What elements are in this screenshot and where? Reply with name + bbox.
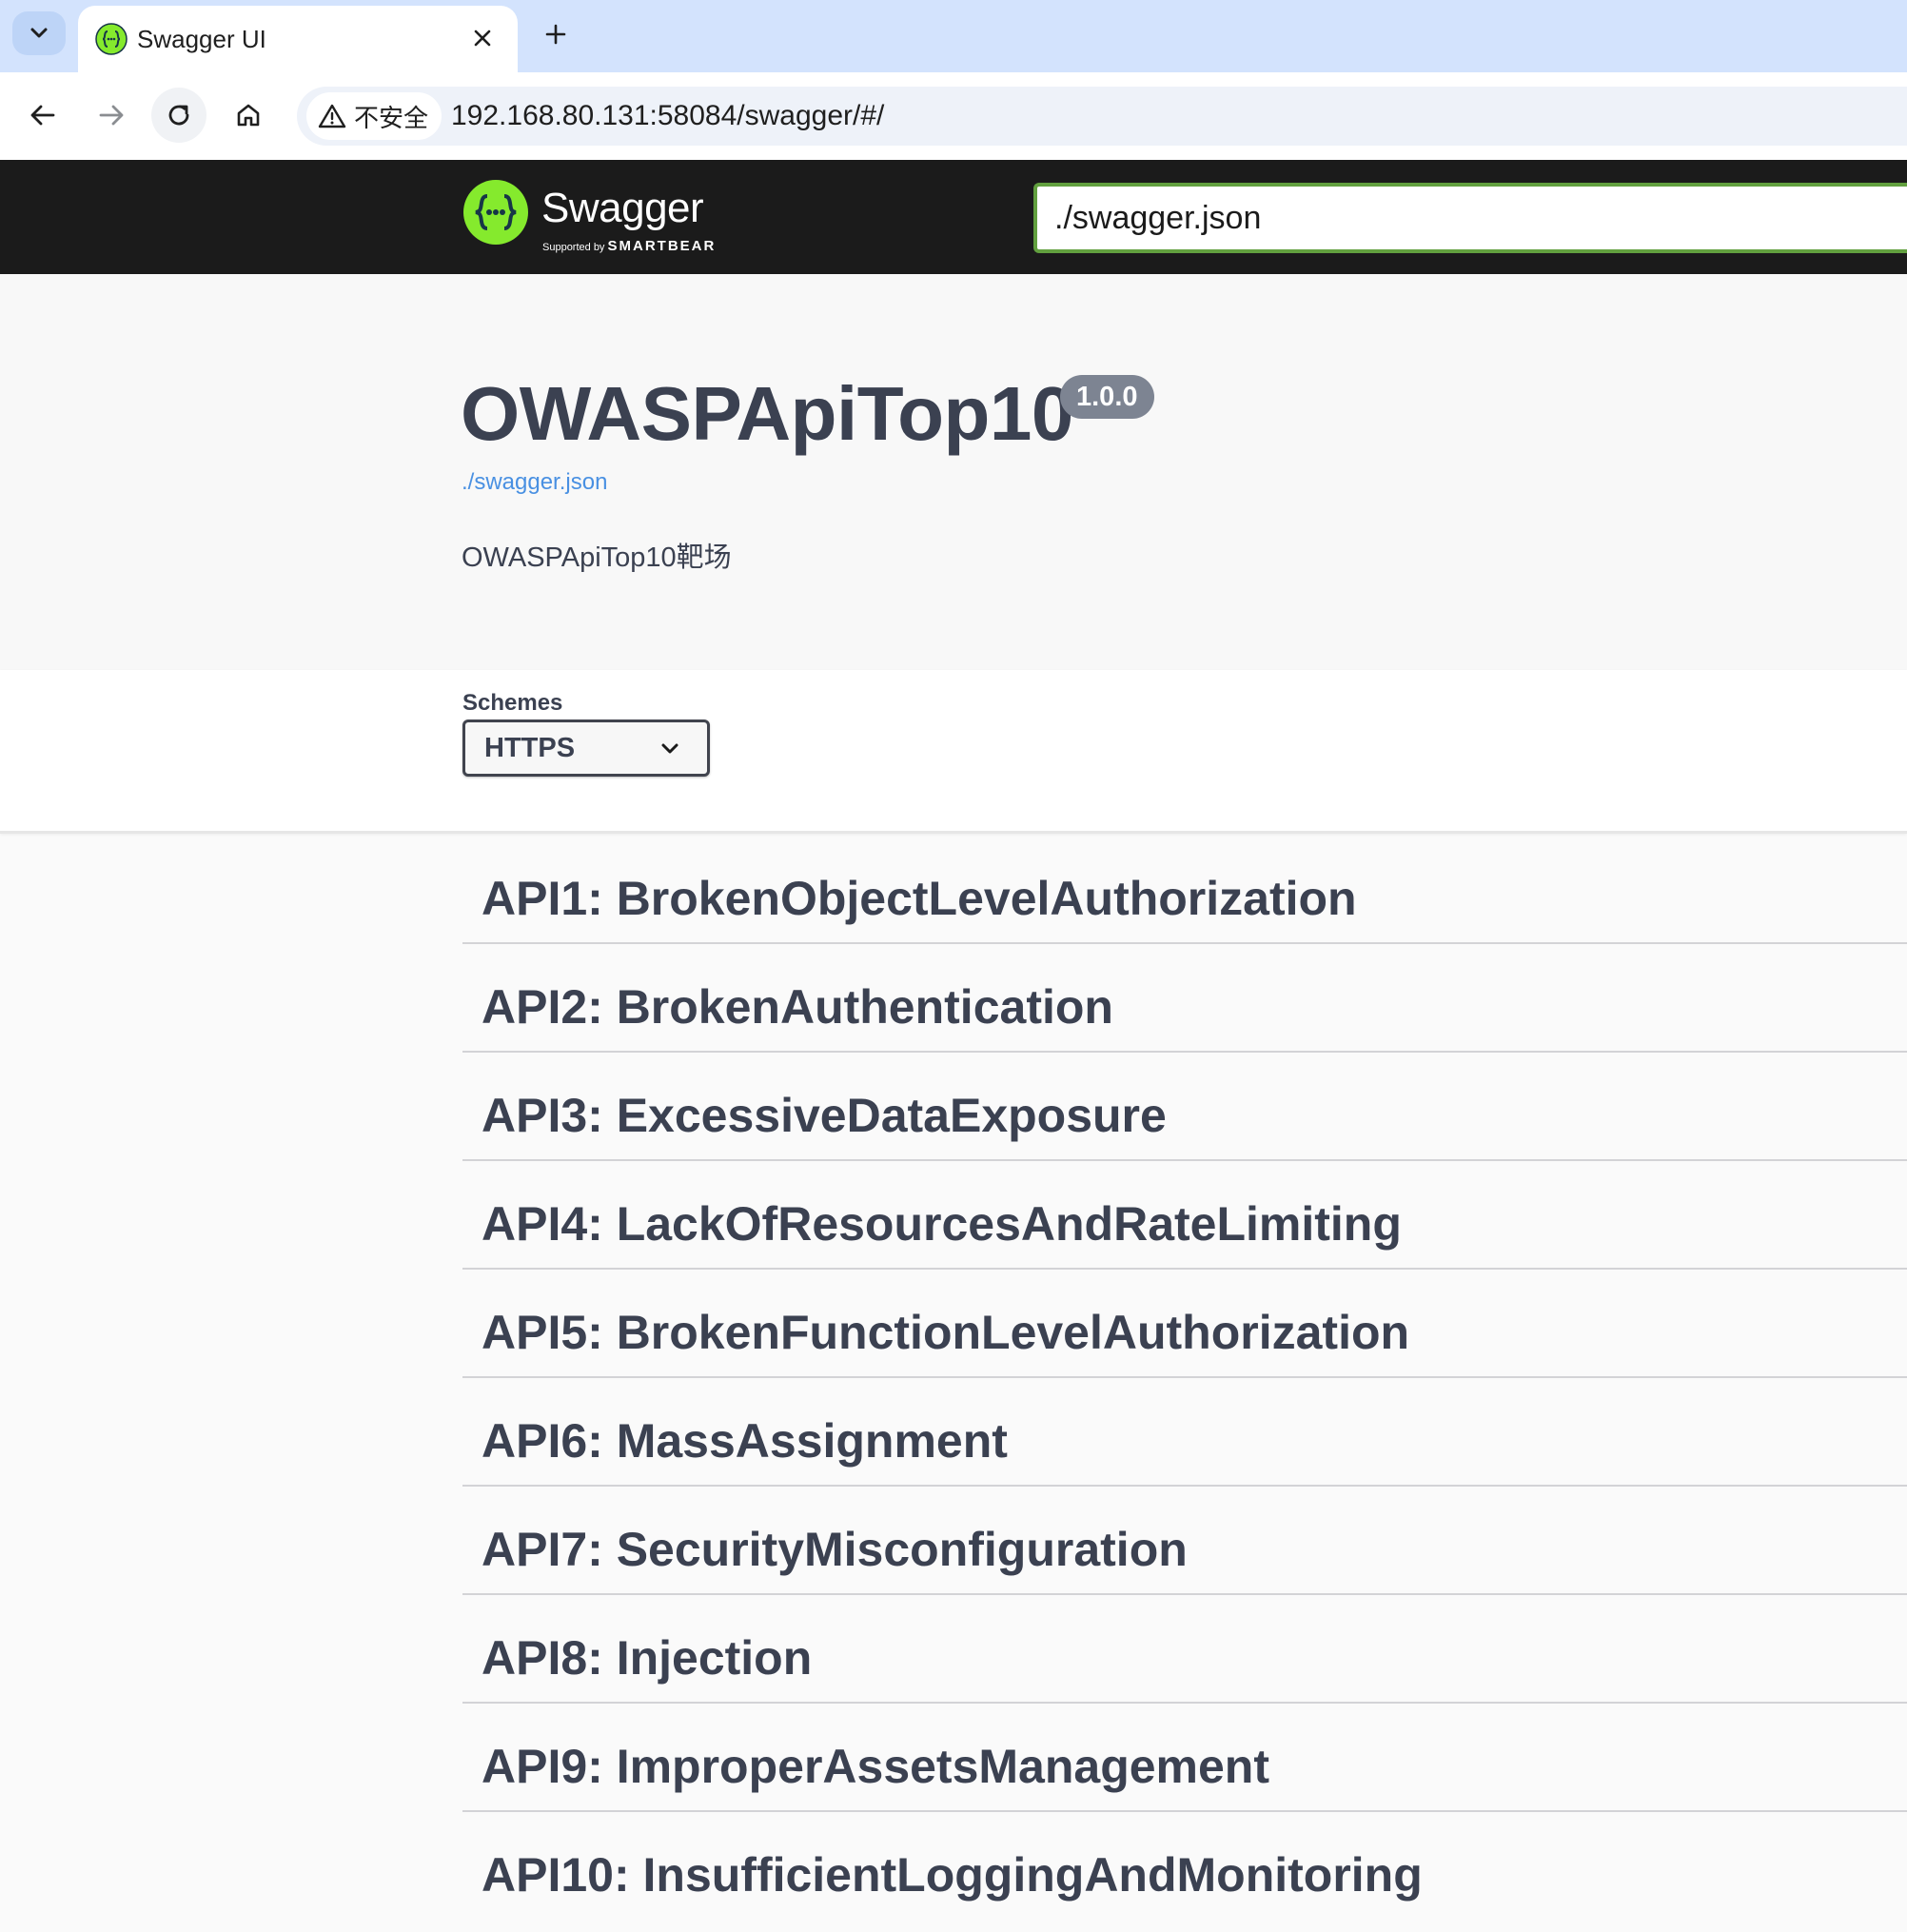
tag-title[interactable]: API1: BrokenObjectLevelAuthorization <box>482 870 1357 927</box>
tag-section-api4[interactable]: API4: LackOfResourcesAndRateLimiting <box>462 1161 1907 1270</box>
chevron-down-icon <box>30 28 48 38</box>
browser-toolbar: 不安全 192.168.80.131:58084/swagger/#/ <box>0 72 1907 160</box>
tag-title[interactable]: API6: MassAssignment <box>482 1412 1008 1469</box>
schemes-label: Schemes <box>462 690 563 716</box>
back-button[interactable] <box>15 88 70 143</box>
schemes-selected-value: HTTPS <box>484 733 576 763</box>
plus-icon <box>545 24 566 45</box>
new-tab-button[interactable] <box>537 15 575 53</box>
schemes-select[interactable]: HTTPS <box>462 720 710 777</box>
logo-supported-by: Supported by SMARTBEAR <box>542 238 717 254</box>
warning-triangle-icon <box>318 104 346 128</box>
tag-section-api5[interactable]: API5: BrokenFunctionLevelAuthorization <box>462 1270 1907 1378</box>
tag-title[interactable]: API4: LackOfResourcesAndRateLimiting <box>482 1195 1402 1252</box>
version-badge: 1.0.0 <box>1060 375 1154 419</box>
tag-title[interactable]: API9: ImproperAssetsManagement <box>482 1738 1269 1795</box>
arrow-right-icon <box>99 105 124 126</box>
spec-link[interactable]: ./swagger.json <box>462 468 607 497</box>
url-text[interactable]: 192.168.80.131:58084/swagger/#/ <box>451 98 884 134</box>
tag-title[interactable]: API3: ExcessiveDataExposure <box>482 1087 1167 1144</box>
forward-button[interactable] <box>84 88 139 143</box>
tag-title[interactable]: API7: SecurityMisconfiguration <box>482 1521 1188 1578</box>
tag-list: API1: BrokenObjectLevelAuthorization API… <box>462 836 1907 1921</box>
reload-button[interactable] <box>151 88 206 143</box>
chevron-down-icon <box>661 743 678 754</box>
swagger-logo-icon <box>463 180 528 245</box>
arrow-left-icon <box>30 105 55 126</box>
tag-section-api1[interactable]: API1: BrokenObjectLevelAuthorization <box>462 836 1907 944</box>
tab-close-button[interactable] <box>466 22 499 54</box>
tag-title[interactable]: API8: Injection <box>482 1629 812 1686</box>
security-chip[interactable]: 不安全 <box>306 92 442 140</box>
reload-icon <box>168 105 189 126</box>
logo-wordmark: Swagger <box>541 185 704 231</box>
close-icon <box>474 30 491 47</box>
tag-section-api8[interactable]: API8: Injection <box>462 1595 1907 1704</box>
tag-title[interactable]: API10: InsufficientLoggingAndMonitoring <box>482 1846 1423 1903</box>
schemes-section: Schemes HTTPS <box>0 670 1907 834</box>
spec-url-input[interactable] <box>1033 183 1907 253</box>
tag-section-api3[interactable]: API3: ExcessiveDataExposure <box>462 1053 1907 1161</box>
tag-title[interactable]: API5: BrokenFunctionLevelAuthorization <box>482 1304 1409 1361</box>
home-button[interactable] <box>221 88 276 143</box>
tag-section-api10[interactable]: API10: InsufficientLoggingAndMonitoring <box>462 1812 1907 1921</box>
tag-section-api6[interactable]: API6: MassAssignment <box>462 1378 1907 1487</box>
tab-search-button[interactable] <box>12 11 66 55</box>
swagger-topbar: Swagger Supported by SMARTBEAR <box>0 160 1907 274</box>
api-title: OWASPApiTop10 <box>461 371 1073 456</box>
security-label: 不安全 <box>354 103 429 132</box>
tag-section-api9[interactable]: API9: ImproperAssetsManagement <box>462 1704 1907 1812</box>
tab-swagger-ui[interactable]: Swagger UI <box>78 6 518 72</box>
address-bar[interactable]: 不安全 192.168.80.131:58084/swagger/#/ <box>297 87 1907 146</box>
tab-title: Swagger UI <box>137 25 266 53</box>
swagger-logo[interactable]: Swagger Supported by SMARTBEAR <box>462 179 748 254</box>
tag-section-api2[interactable]: API2: BrokenAuthentication <box>462 944 1907 1053</box>
tag-section-api7[interactable]: API7: SecurityMisconfiguration <box>462 1487 1907 1595</box>
browser-tab-strip: Swagger UI <box>0 0 1907 72</box>
swagger-favicon-icon <box>95 23 128 55</box>
tag-title[interactable]: API2: BrokenAuthentication <box>482 978 1113 1035</box>
home-icon <box>237 104 260 127</box>
api-info-section: OWASPApiTop10 1.0.0 ./swagger.json OWASP… <box>0 274 1907 670</box>
api-description: OWASPApiTop10靶场 <box>462 542 732 573</box>
